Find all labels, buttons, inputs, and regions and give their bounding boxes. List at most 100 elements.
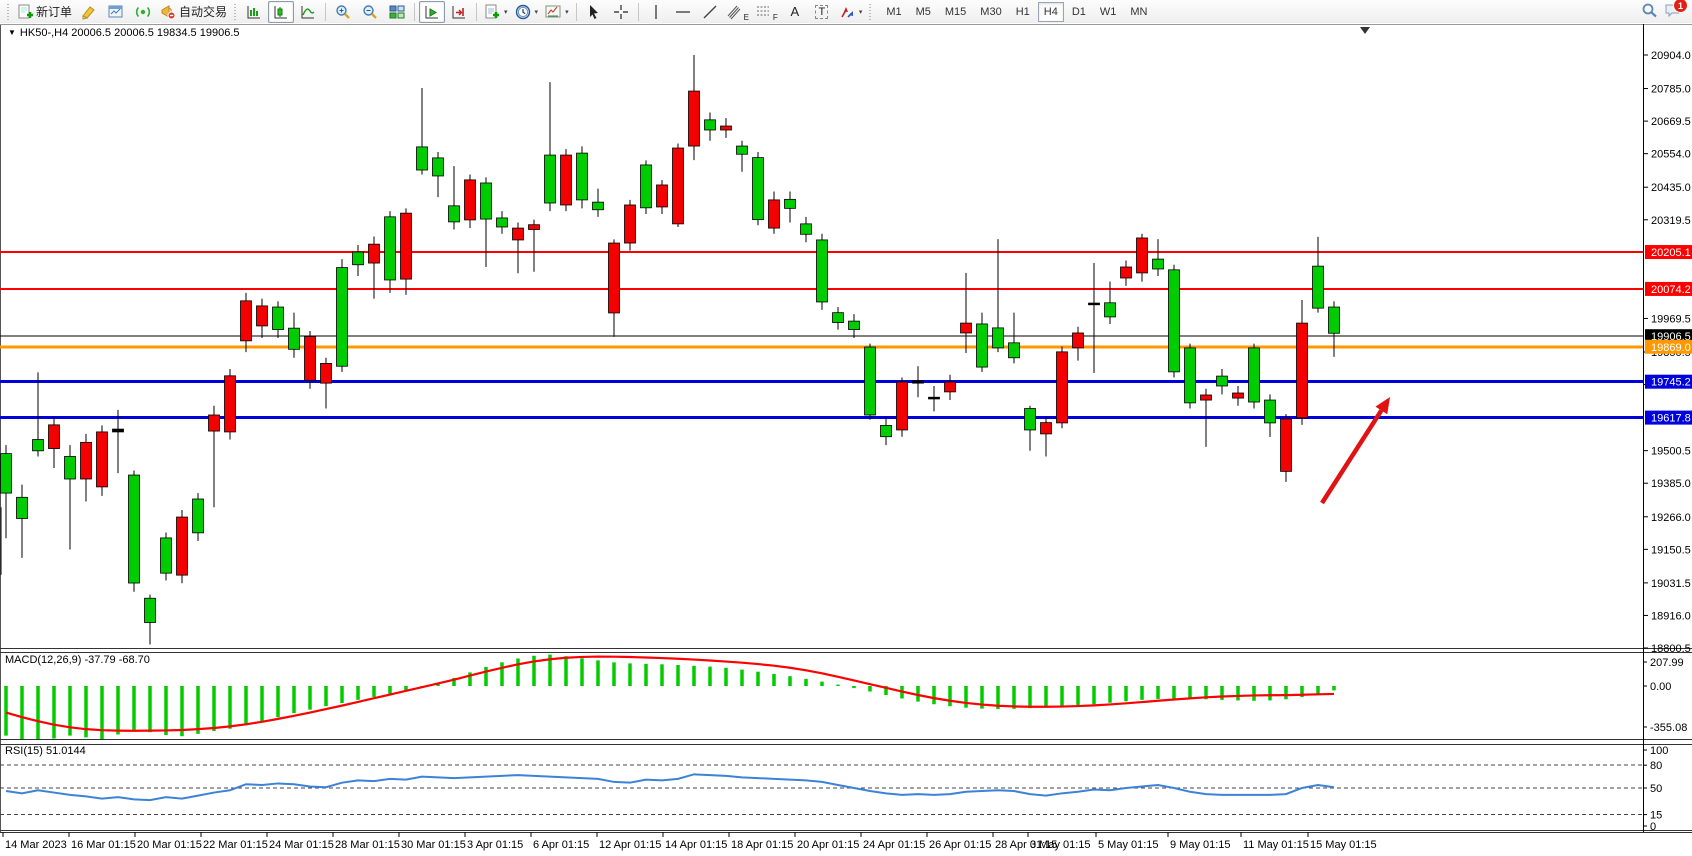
macd-bar [724, 668, 728, 686]
line-chart-type-button[interactable] [295, 1, 321, 23]
highlighter-button[interactable] [76, 1, 102, 23]
macd-bar [1220, 686, 1224, 700]
tile-windows-button[interactable] [384, 1, 410, 23]
templates-button[interactable]: ▾ [542, 1, 572, 23]
fibonacci-tool-button[interactable]: F [753, 1, 781, 23]
macd-bar [1044, 686, 1048, 707]
cursor-button[interactable] [581, 1, 607, 23]
macd-bar [1140, 686, 1144, 700]
timeframe-m15[interactable]: M15 [939, 2, 972, 22]
timeframe-m1[interactable]: M1 [880, 2, 907, 22]
macd-bar [196, 686, 200, 734]
chart-plot[interactable]: 20904.020785.020669.520554.020435.020319… [0, 23, 1692, 856]
macd-bar [372, 686, 376, 697]
trendline-tool-button[interactable] [697, 1, 723, 23]
text-tool-button[interactable]: A [782, 1, 808, 23]
horizontal-line-icon [675, 4, 691, 20]
macd-bar [644, 664, 648, 686]
chevron-down-icon: ▾ [504, 8, 508, 16]
macd-bar [868, 686, 872, 692]
macd-bar [356, 686, 360, 700]
notifications-button[interactable]: 1 [1664, 2, 1682, 21]
crosshair-button[interactable] [608, 1, 634, 23]
price-tick-label: 20319.5 [1651, 215, 1691, 227]
macd-bar [1268, 686, 1272, 700]
chart-canvas[interactable]: 20904.020785.020669.520554.020435.020319… [0, 23, 1692, 856]
price-line-label: 19617.8 [1651, 413, 1691, 425]
time-label: 20 Apr 01:15 [797, 839, 859, 851]
timeframe-m5[interactable]: M5 [910, 2, 937, 22]
label-tool-button[interactable]: T [809, 1, 835, 23]
arrows-icon [839, 4, 855, 20]
vertical-line-tool-button[interactable] [643, 1, 669, 23]
candle [305, 331, 316, 389]
macd-bar [852, 686, 856, 688]
candlestick-chart-type-button[interactable] [268, 1, 294, 23]
bar-chart-type-button[interactable] [241, 1, 267, 23]
candle [897, 378, 908, 437]
equidistant-channel-icon [727, 4, 741, 20]
price-tick-label: 20669.5 [1651, 116, 1691, 128]
timeframe-h4[interactable]: H4 [1038, 2, 1064, 22]
megaphone-icon [160, 4, 176, 20]
candle [1169, 265, 1180, 378]
new-order-button[interactable]: 新订单 [14, 1, 75, 23]
candlestick-icon [273, 4, 289, 20]
auto-trading-button[interactable]: 自动交易 [157, 1, 230, 23]
macd-indicator-label: MACD(12,26,9) -37.79 -68.70 [5, 654, 150, 666]
macd-bar [292, 686, 296, 713]
search-icon[interactable] [1641, 2, 1658, 22]
toolbar-grip [233, 4, 238, 20]
timeframe-mn[interactable]: MN [1124, 2, 1153, 22]
price-tick-label: 18800.5 [1651, 643, 1691, 655]
macd-bar [804, 679, 808, 686]
timeframe-m30[interactable]: M30 [974, 2, 1007, 22]
chart-window-button[interactable] [103, 1, 129, 23]
vertical-line-icon [649, 4, 663, 20]
signal-button[interactable] [130, 1, 156, 23]
macd-bar [1124, 686, 1128, 701]
channel-tool-button[interactable]: E [724, 1, 752, 23]
candle [161, 533, 172, 581]
time-label: 16 Mar 01:15 [71, 839, 136, 851]
price-tick-label: 20904.0 [1651, 50, 1691, 62]
toolbar-separator [476, 3, 477, 21]
timeframe-switcher: M1M5M15M30H1H4D1W1MN [880, 2, 1153, 22]
macd-scale-label: 0.00 [1650, 681, 1671, 693]
chart-shift-button[interactable] [446, 1, 472, 23]
macd-bar [1156, 686, 1160, 699]
zoom-out-button[interactable] [357, 1, 383, 23]
macd-bar [180, 686, 184, 736]
periods-button[interactable]: ▾ [512, 1, 542, 23]
price-tick-label: 20785.0 [1651, 84, 1691, 96]
timeframe-h1[interactable]: H1 [1010, 2, 1036, 22]
clock-icon [515, 4, 531, 20]
arrows-tool-button[interactable]: ▾ [836, 1, 866, 23]
auto-scroll-button[interactable] [419, 1, 445, 23]
chevron-down-icon: ▾ [535, 8, 539, 16]
macd-bar [1252, 686, 1256, 701]
symbol-dropdown-icon[interactable]: ▼ [8, 28, 16, 37]
macd-bar [692, 666, 696, 686]
auto-scroll-icon [424, 4, 440, 20]
indicators-button[interactable]: ▾ [481, 1, 511, 23]
price-line-label: 20205.1 [1651, 247, 1691, 259]
time-label: 14 Mar 2023 [5, 839, 67, 851]
zoom-in-button[interactable] [330, 1, 356, 23]
macd-bar [484, 667, 488, 686]
macd-bar [1060, 686, 1064, 707]
chevron-down-icon: ▾ [565, 8, 569, 16]
macd-bar [612, 662, 616, 686]
candle [641, 160, 652, 214]
macd-bar [1108, 686, 1112, 703]
timeframe-d1[interactable]: D1 [1066, 2, 1092, 22]
price-line-label: 20074.2 [1651, 284, 1691, 296]
macd-bar [148, 686, 152, 732]
indicators-icon [484, 4, 500, 20]
new-order-icon [17, 4, 33, 20]
macd-bar [836, 685, 840, 686]
timeframe-w1[interactable]: W1 [1094, 2, 1123, 22]
candle [1281, 414, 1292, 482]
main-toolbar: 新订单 自动交易 [0, 0, 1692, 24]
horizontal-line-tool-button[interactable] [670, 1, 696, 23]
